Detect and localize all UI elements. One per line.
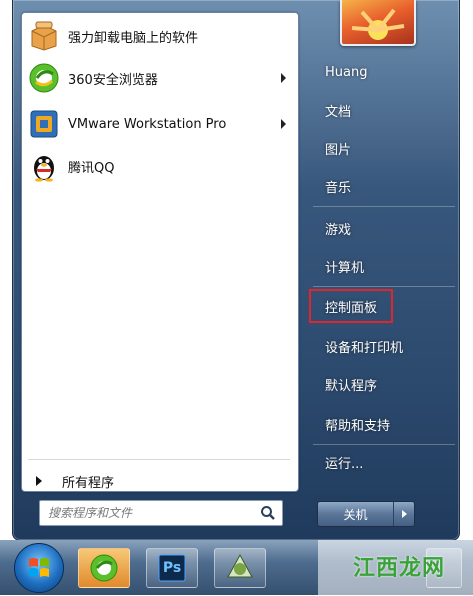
music-link[interactable]: 音乐 [309,172,459,200]
computer-link[interactable]: 计算机 [309,252,459,280]
shutdown-options-button[interactable] [394,502,414,526]
run-link[interactable]: 运行... [309,448,459,476]
start-button[interactable] [14,543,64,593]
all-programs-label: 所有程序 [62,475,115,491]
programs-pane: 强力卸载电脑上的软件 360安全浏览器 VMware Workstation P… [21,12,299,492]
vmware-icon [28,108,60,140]
windows-logo-icon [29,558,49,577]
start-menu: 强力卸载电脑上的软件 360安全浏览器 VMware Workstation P… [12,0,460,541]
qq-penguin-icon [28,150,60,182]
program-item-vmware[interactable]: VMware Workstation Pro [28,105,294,143]
pictures-link[interactable]: 图片 [309,134,459,162]
watermark-text: 江西龙网 [352,556,445,581]
taskbar-360-browser-button[interactable] [78,548,130,588]
highlight-box [309,289,393,323]
program-label: 360安全浏览器 [68,72,158,88]
games-link[interactable]: 游戏 [309,214,459,242]
taskbar-fireworks-button[interactable] [214,548,266,588]
shutdown-button-group: 关机 [317,501,415,527]
devices-printers-link[interactable]: 设备和打印机 [309,332,459,360]
submenu-arrow-icon[interactable] [281,119,286,129]
search-box[interactable] [39,500,283,526]
user-avatar[interactable] [340,0,416,46]
search-icon[interactable] [260,505,276,521]
divider [313,444,455,445]
360-browser-icon [28,62,60,94]
uninstaller-box-icon [28,20,60,52]
search-input[interactable] [46,503,255,523]
documents-link[interactable]: 文档 [309,96,459,124]
divider [313,286,455,287]
default-programs-link[interactable]: 默认程序 [309,370,459,398]
divider [28,459,290,460]
program-label: 腾讯QQ [68,160,115,176]
program-label: VMware Workstation Pro [68,116,227,132]
photoshop-label: Ps [162,560,182,576]
fireworks-icon [227,553,253,578]
user-folder-link[interactable]: Huang [309,58,459,86]
expand-arrow-icon [36,476,42,486]
submenu-arrow-icon[interactable] [281,73,286,83]
all-programs-button[interactable]: 所有程序 [36,469,286,493]
help-support-link[interactable]: 帮助和支持 [309,410,459,438]
360-browser-icon [90,554,118,582]
divider [313,206,455,207]
taskbar-photoshop-button[interactable]: Ps [146,548,198,588]
program-item-360-browser[interactable]: 360安全浏览器 [28,59,294,97]
program-label: 强力卸载电脑上的软件 [68,30,199,46]
program-item-qq[interactable]: 腾讯QQ [28,147,294,185]
arrow-right-icon [401,510,407,518]
shutdown-button[interactable]: 关机 [318,502,394,526]
program-item-uninstaller[interactable]: 强力卸载电脑上的软件 [28,17,294,55]
